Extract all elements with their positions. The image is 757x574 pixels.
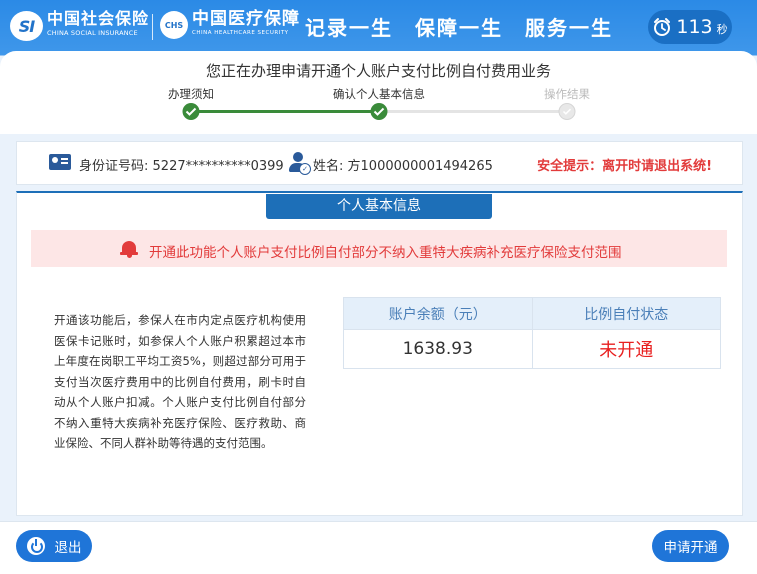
status-header: 比例自付状态 [531, 297, 721, 330]
apply-button-label: 申请开通 [663, 540, 718, 556]
app-header: SI 中国社会保险 CHINA SOCIAL INSURANCE CHS 中国医… [0, 0, 757, 56]
table-row: 1638.93 未开通 [343, 329, 721, 369]
section-title: 个人基本信息 [266, 194, 492, 219]
slogan-protect: 保障一生 [415, 16, 503, 40]
name-label: 姓名: [313, 159, 344, 174]
step-label-result: 操作结果 [544, 87, 590, 101]
header-slogan: 记录一生 保障一生 服务一生 [305, 12, 635, 41]
status-value: 未开通 [531, 329, 721, 369]
step-label-notice: 办理须知 [168, 87, 214, 101]
table-header-row: 账户余额（元） 比例自付状态 [343, 297, 721, 330]
id-card-icon [49, 154, 71, 170]
id-number: 身份证号码: 5227**********0399 [79, 155, 284, 174]
bell-icon [120, 239, 138, 258]
countdown-timer: 113 秒 [648, 10, 732, 44]
page-title: 您正在办理申请开通个人账户支付比例自付费用业务 [205, 62, 551, 80]
feature-description: 开通该功能后，参保人在市内定点医疗机构使用医保卡记账时，如参保人个人账户积累超过… [54, 313, 306, 450]
name-value: 方1000000001494265 [347, 159, 493, 174]
account-table: 账户余额（元） 比例自付状态 1638.93 未开通 [343, 297, 721, 369]
social-insurance-name-en: CHINA SOCIAL INSURANCE [47, 29, 138, 37]
step-label-confirm-info: 确认个人基本信息 [333, 87, 425, 101]
timer-unit: 秒 [716, 22, 728, 36]
exit-button-label: 退出 [54, 540, 82, 556]
healthcare-security-logo-text: 中国医疗保障 CHINA HEALTHCARE SECURITY [192, 10, 300, 38]
balance-header: 账户余额（元） [343, 297, 533, 330]
slogan-serve: 服务一生 [525, 16, 613, 40]
logo-divider [152, 14, 153, 40]
safety-tip: 安全提示：离开时请退出系统! [537, 159, 712, 174]
footer-bar [0, 521, 757, 574]
timer-value: 113 [676, 16, 713, 38]
step-3-check-icon [558, 103, 576, 120]
social-insurance-logo-icon: SI [10, 11, 43, 41]
step-connector-done [191, 110, 379, 113]
id-number-label: 身份证号码: [79, 159, 149, 174]
power-icon [26, 537, 45, 555]
id-number-value: 5227**********0399 [152, 159, 284, 174]
step-connector-pending [379, 110, 567, 113]
social-insurance-logo-text: 中国社会保险 CHINA SOCIAL INSURANCE [47, 10, 149, 38]
healthcare-security-logo-icon: CHS [160, 11, 188, 39]
alarm-clock-icon [654, 18, 671, 36]
notice-text: 开通此功能个人账户支付比例自付部分不纳入重特大疾病补充医疗保险支付范围 [149, 245, 622, 261]
healthcare-security-name-en: CHINA HEALTHCARE SECURITY [192, 30, 289, 36]
apply-button[interactable]: 申请开通 [652, 530, 729, 562]
step-2-check-icon [370, 103, 388, 120]
user-info-bar: 身份证号码: 5227**********0399 ✓ 姓名: 方1000000… [16, 141, 743, 185]
exit-button[interactable]: 退出 [16, 530, 92, 562]
slogan-record: 记录一生 [305, 16, 393, 40]
balance-value: 1638.93 [343, 329, 533, 369]
step-1-check-icon [182, 103, 200, 120]
social-insurance-name-cn: 中国社会保险 [47, 9, 150, 28]
user-verified-icon: ✓ [289, 152, 311, 175]
healthcare-security-name-cn: 中国医疗保障 [192, 9, 300, 29]
user-name: 姓名: 方1000000001494265 [313, 155, 493, 174]
